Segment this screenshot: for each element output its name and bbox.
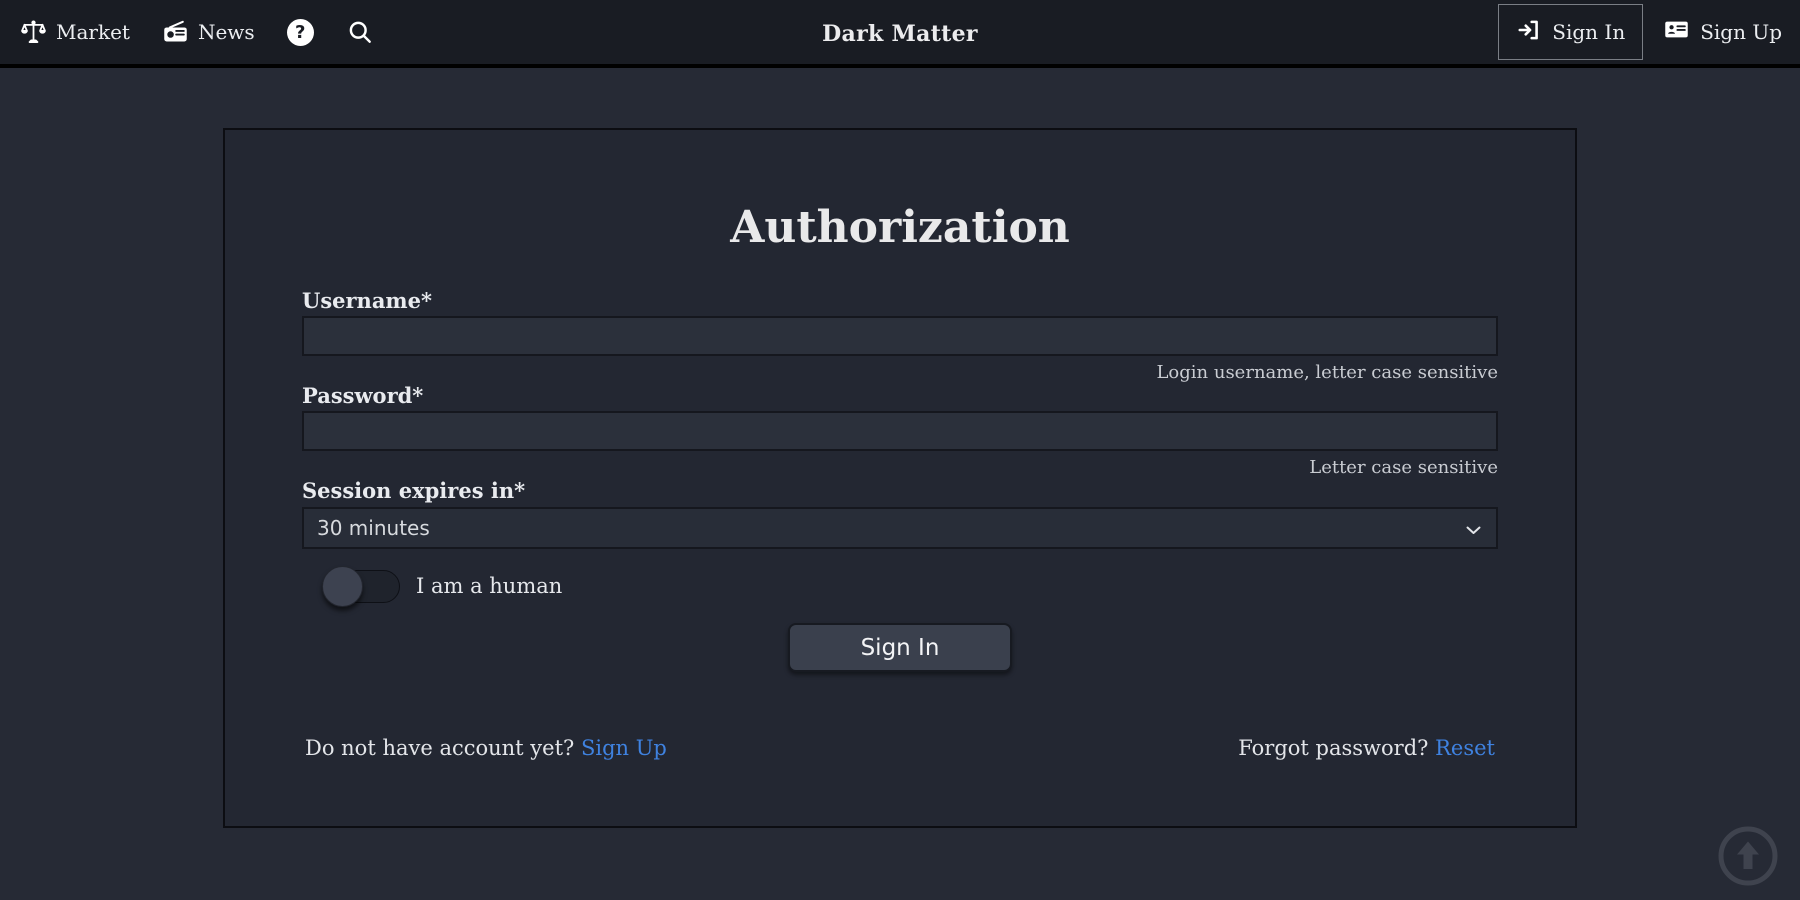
session-expires-value: 30 minutes <box>317 516 430 540</box>
password-label: Password* <box>302 384 1498 408</box>
forgot-password-text: Forgot password? <box>1238 736 1428 760</box>
top-navbar: Market News ? Dark Matter <box>0 0 1800 68</box>
nav-item-market[interactable]: Market <box>20 19 130 46</box>
human-toggle-label: I am a human <box>416 574 562 598</box>
scales-icon <box>20 19 47 46</box>
navbar-left-group: Market News ? <box>20 18 374 46</box>
id-card-icon <box>1663 16 1690 48</box>
password-input[interactable] <box>302 411 1498 451</box>
scroll-to-top-button[interactable] <box>1717 825 1779 887</box>
nav-sign-up-label: Sign Up <box>1700 20 1782 44</box>
sign-up-link[interactable]: Sign Up <box>581 736 667 760</box>
session-expires-select[interactable]: 30 minutes <box>302 507 1498 549</box>
app-title: Dark Matter <box>822 0 978 68</box>
nav-item-label: News <box>198 20 255 44</box>
forgot-password-group: Forgot password? Reset <box>1238 736 1495 760</box>
nav-item-label: Market <box>56 20 130 44</box>
signup-prompt-text: Do not have account yet? <box>305 736 574 760</box>
session-expires-label: Session expires in* <box>302 479 1498 503</box>
authorization-card: Authorization Username* Login username, … <box>223 128 1577 828</box>
human-toggle-row: I am a human <box>322 563 1498 609</box>
sign-in-icon <box>1516 17 1542 48</box>
username-helper-text: Login username, letter case sensitive <box>302 361 1498 384</box>
radio-icon <box>162 19 189 46</box>
bottom-links-row: Do not have account yet? Sign Up Forgot … <box>302 736 1498 760</box>
nav-sign-up-button[interactable]: Sign Up <box>1659 16 1786 48</box>
help-glyph: ? <box>295 22 305 43</box>
reset-password-link[interactable]: Reset <box>1435 736 1495 760</box>
sign-in-form: Username* Login username, letter case se… <box>302 289 1498 760</box>
search-icon[interactable] <box>346 18 374 46</box>
password-helper-text: Letter case sensitive <box>302 456 1498 479</box>
help-icon[interactable]: ? <box>287 19 314 46</box>
human-toggle-switch[interactable] <box>322 570 400 603</box>
chevron-down-icon <box>1466 516 1481 540</box>
toggle-knob[interactable] <box>322 566 363 607</box>
nav-item-news[interactable]: News <box>162 19 255 46</box>
nav-sign-in-label: Sign In <box>1552 20 1625 44</box>
sign-in-submit-button[interactable]: Sign In <box>788 623 1012 672</box>
username-input[interactable] <box>302 316 1498 356</box>
username-label: Username* <box>302 289 1498 313</box>
nav-sign-in-button[interactable]: Sign In <box>1498 4 1643 60</box>
page-title: Authorization <box>302 202 1498 253</box>
navbar-right-group: Sign In Sign Up <box>1498 4 1786 60</box>
signup-prompt-group: Do not have account yet? Sign Up <box>305 736 667 760</box>
